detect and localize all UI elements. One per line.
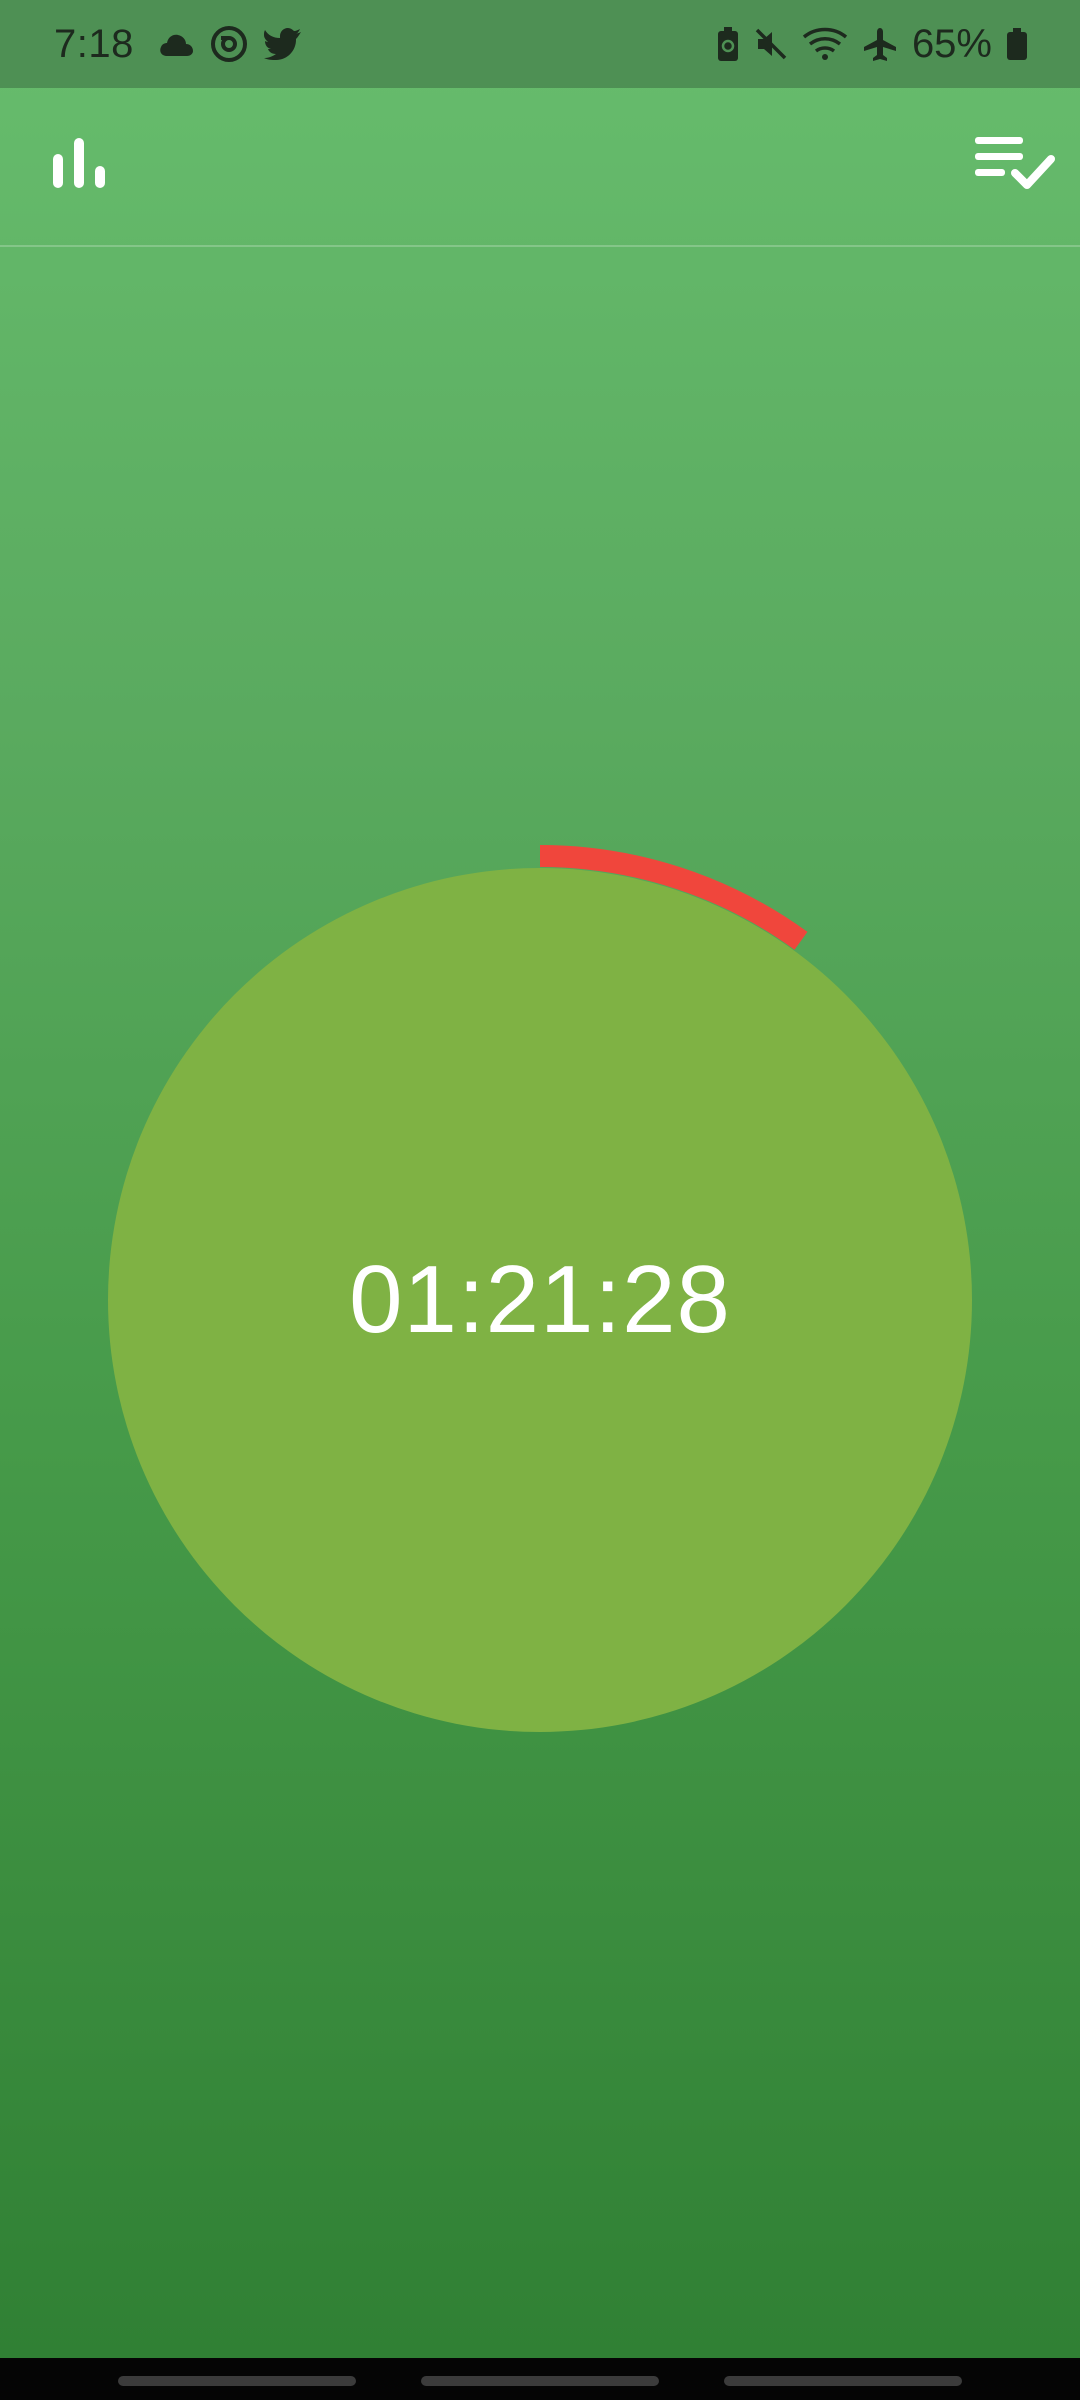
system-nav-bar [0,2358,1080,2400]
timer-area: 01:21:28 [0,0,1080,2400]
status-bar: 7:18 65% [0,0,1080,88]
nav-back-indicator[interactable] [724,2376,962,2386]
checklist-icon [975,135,1055,198]
battery-percent: 65% [911,21,992,66]
nav-recents-indicator[interactable] [118,2376,356,2386]
twitter-bird-icon [263,28,302,60]
statistics-button[interactable] [14,88,144,245]
task-list-button[interactable] [950,88,1080,245]
battery-icon [1006,27,1028,61]
app-toolbar [0,88,1080,247]
bar-chart-icon [51,138,107,195]
mute-icon [754,27,788,61]
status-bar-right: 65% [716,0,1028,88]
sync-badge-icon [210,25,248,63]
airplane-icon [862,26,898,62]
battery-saver-icon [716,26,740,62]
status-time: 7:18 [54,21,134,66]
wifi-icon [802,27,848,61]
timer-graphic [108,845,972,1732]
nav-home-indicator[interactable] [421,2376,659,2386]
cloud-icon [158,30,194,58]
status-bar-left: 7:18 [54,0,302,88]
timer-circle-button[interactable] [108,868,972,1732]
